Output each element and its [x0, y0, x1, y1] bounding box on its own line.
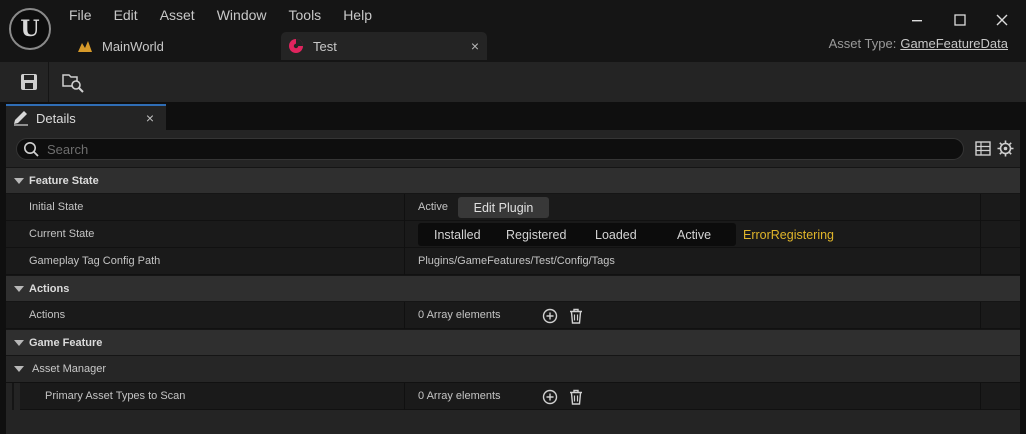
edit-plugin-button[interactable]: Edit Plugin [458, 197, 549, 218]
maximize-button[interactable] [940, 8, 980, 32]
property-name: Gameplay Tag Config Path [29, 255, 161, 267]
expand-arrow-icon[interactable] [14, 366, 24, 372]
state-registered[interactable]: Registered [506, 228, 566, 242]
category-label: Actions [29, 283, 70, 295]
state-installed[interactable]: Installed [434, 228, 481, 242]
state-segmented-control: Installed Registered Loaded Active [418, 223, 736, 246]
title-bar: U File Edit Asset Window Tools Help Main… [0, 0, 1026, 62]
state-error-registering: ErrorRegistering [743, 228, 835, 242]
column-splitter [980, 221, 981, 248]
column-splitter[interactable] [404, 248, 405, 275]
property-name: Initial State [29, 201, 84, 213]
subcategory-label: Asset Manager [32, 363, 106, 375]
settings-button[interactable] [997, 140, 1014, 157]
asset-type-label: Asset Type: [828, 36, 897, 51]
indent-guide [6, 383, 20, 410]
menu-window[interactable]: Window [206, 4, 278, 26]
expand-arrow-icon[interactable] [14, 178, 24, 184]
property-name: Actions [29, 309, 66, 321]
subcategory-asset-manager[interactable]: Asset Manager [6, 356, 1020, 383]
property-row-initial-state: Initial State Active Edit Plugin [6, 194, 1020, 221]
logo-glyph: U [20, 16, 40, 42]
toolbar-divider [48, 62, 49, 102]
expand-arrow-icon[interactable] [14, 286, 24, 292]
category-label: Feature State [29, 175, 99, 187]
add-element-button[interactable] [541, 388, 559, 406]
tab-label: MainWorld [102, 38, 164, 54]
trash-icon [570, 308, 582, 324]
property-row-tag-config-path: Gameplay Tag Config Path Plugins/GameFea… [6, 248, 1020, 275]
expand-arrow-icon[interactable] [14, 340, 24, 346]
property-name: Current State [29, 228, 95, 240]
close-window-button[interactable] [982, 8, 1022, 32]
maximize-icon [954, 14, 966, 26]
property-name: Primary Asset Types to Scan [45, 390, 186, 402]
unreal-logo[interactable]: U [9, 8, 51, 50]
property-matrix-button[interactable] [975, 141, 991, 156]
search-icon [23, 141, 39, 157]
column-splitter[interactable] [404, 383, 405, 410]
browse-asset-icon [62, 74, 84, 93]
category-actions[interactable]: Actions [6, 275, 1020, 302]
pencil-icon [14, 111, 28, 126]
empty-array-button[interactable] [567, 307, 585, 325]
menu-edit[interactable]: Edit [103, 4, 149, 26]
save-button[interactable] [14, 68, 44, 96]
property-value: Active [418, 201, 448, 213]
toolbar [0, 62, 1026, 102]
column-splitter[interactable] [404, 221, 405, 248]
gear-icon [997, 140, 1014, 157]
state-loaded[interactable]: Loaded [595, 228, 637, 242]
menu-asset[interactable]: Asset [149, 4, 206, 26]
property-value: 0 Array elements [418, 309, 501, 321]
tab-test[interactable]: Test × [281, 32, 487, 60]
menu-tools[interactable]: Tools [278, 4, 333, 26]
column-splitter [980, 383, 981, 410]
category-feature-state[interactable]: Feature State [6, 167, 1020, 194]
add-element-button[interactable] [541, 307, 559, 325]
search-input[interactable]: Search [16, 138, 964, 160]
add-circle-icon [542, 308, 558, 324]
property-row-primary-asset-types: Primary Asset Types to Scan 0 Array elem… [6, 383, 1020, 410]
category-game-feature[interactable]: Game Feature [6, 329, 1020, 356]
minimize-icon [912, 20, 922, 22]
property-value: Plugins/GameFeatures/Test/Config/Tags [418, 255, 615, 267]
empty-array-button[interactable] [567, 388, 585, 406]
menu-bar: File Edit Asset Window Tools Help [58, 4, 383, 26]
details-tab[interactable]: Details × [6, 104, 166, 130]
asset-type-link[interactable]: GameFeatureData [900, 36, 1008, 51]
search-placeholder: Search [47, 141, 89, 157]
property-row-current-state: Current State Installed Registered Loade… [6, 221, 1020, 248]
close-tab-button[interactable]: × [471, 38, 479, 54]
menu-help[interactable]: Help [332, 4, 383, 26]
game-feature-icon [288, 38, 304, 54]
property-row-actions: Actions 0 Array elements [6, 302, 1020, 329]
asset-type-info: Asset Type: GameFeatureData [829, 36, 1008, 51]
browse-button[interactable] [58, 68, 88, 96]
state-active[interactable]: Active [677, 228, 711, 242]
tab-mainworld[interactable]: MainWorld [72, 32, 272, 60]
table-grid-icon [975, 141, 991, 156]
property-value: 0 Array elements [418, 390, 501, 402]
column-splitter[interactable] [404, 302, 405, 329]
close-details-button[interactable]: × [146, 110, 154, 126]
details-body: Search Feature State Initial State Activ… [6, 130, 1020, 434]
minimize-button[interactable] [897, 8, 937, 32]
column-splitter[interactable] [404, 194, 405, 221]
close-icon [996, 14, 1008, 26]
empty-area [6, 410, 1020, 434]
trash-icon [570, 389, 582, 405]
menu-file[interactable]: File [58, 4, 103, 26]
save-icon [21, 74, 37, 90]
column-splitter [980, 248, 981, 275]
column-splitter [980, 194, 981, 221]
add-circle-icon [542, 389, 558, 405]
tab-label: Test [313, 38, 337, 54]
column-splitter [980, 302, 981, 329]
category-label: Game Feature [29, 337, 103, 349]
details-tab-label: Details [36, 110, 76, 126]
level-icon [77, 39, 93, 53]
